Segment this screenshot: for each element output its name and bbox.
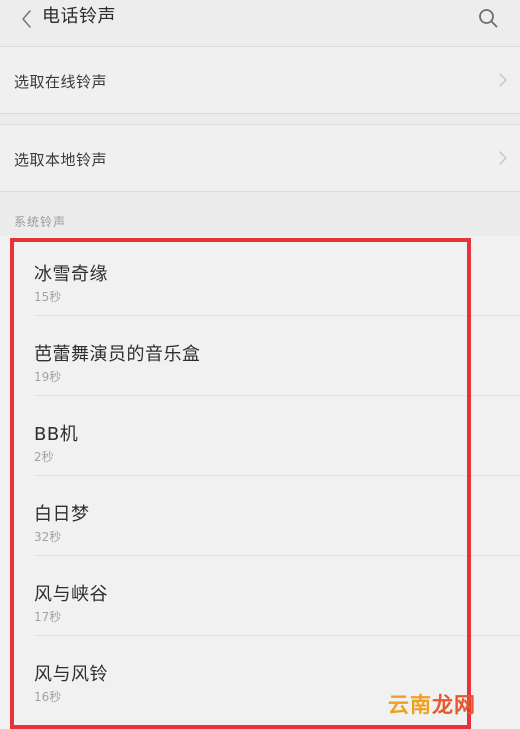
ringtone-name: 白日梦 (34, 504, 90, 525)
ringtone-duration: 19秒 (34, 370, 62, 384)
watermark-text-part2: 龙网 (432, 693, 476, 717)
page-title: 电话铃声 (42, 6, 116, 27)
ringtone-duration: 17秒 (34, 610, 62, 624)
watermark-text-part1: 云南 (388, 693, 432, 717)
top-bar: 电话铃声 (0, 0, 520, 44)
chevron-right-icon (499, 151, 507, 165)
ringtone-item[interactable]: 风与峡谷 17秒 (0, 556, 520, 636)
system-ringtone-list: 冰雪奇缘 15秒 芭蕾舞演员的音乐盒 19秒 BB机 2秒 白日梦 32秒 风与… (0, 236, 520, 729)
search-icon[interactable] (476, 6, 500, 30)
chevron-right-icon (499, 73, 507, 87)
ringtone-item[interactable]: 白日梦 32秒 (0, 476, 520, 556)
select-local-ringtone-row[interactable]: 选取本地铃声 (0, 124, 520, 192)
back-arrow-icon[interactable] (18, 8, 36, 30)
ringtone-name: 风与峡谷 (34, 584, 108, 605)
ringtone-duration: 32秒 (34, 530, 62, 544)
ringtone-item[interactable]: 冰雪奇缘 15秒 (0, 236, 520, 316)
ringtone-duration: 2秒 (34, 450, 54, 464)
ringtone-name: 冰雪奇缘 (34, 264, 108, 285)
ringtone-name: BB机 (34, 424, 79, 445)
watermark-logo: 云南龙网 (388, 690, 512, 720)
ringtone-name: 芭蕾舞演员的音乐盒 (34, 344, 201, 365)
ringtone-duration: 15秒 (34, 290, 62, 304)
ringtone-item[interactable]: BB机 2秒 (0, 396, 520, 476)
ringtone-name: 风与风铃 (34, 664, 108, 685)
select-online-ringtone-row[interactable]: 选取在线铃声 (0, 46, 520, 114)
select-online-ringtone-label: 选取在线铃声 (14, 73, 108, 91)
ringtone-item[interactable]: 芭蕾舞演员的音乐盒 19秒 (0, 316, 520, 396)
select-local-ringtone-label: 选取本地铃声 (14, 151, 108, 169)
section-header-system-ringtones: 系统铃声 (14, 215, 67, 229)
ringtone-duration: 16秒 (34, 690, 62, 704)
